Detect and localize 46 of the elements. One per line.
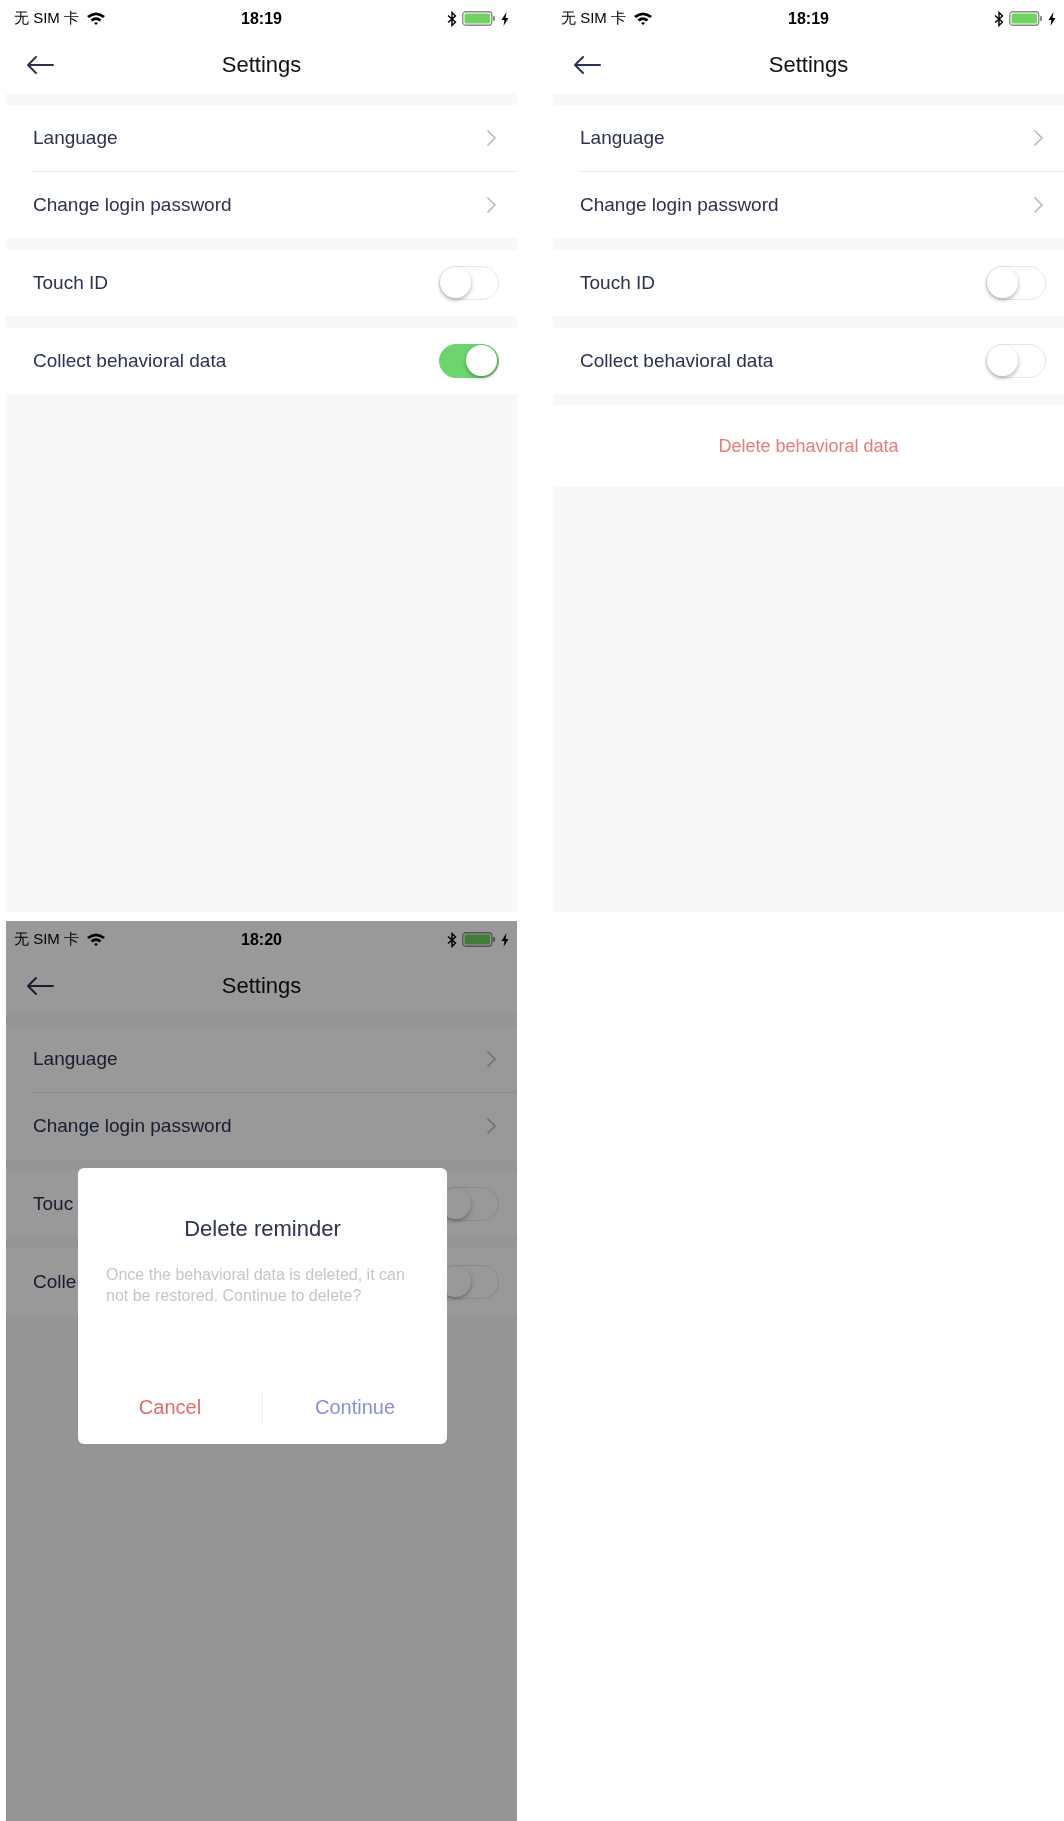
- setting-label[interactable]: Language: [33, 127, 118, 149]
- screen-title: Settings: [221, 973, 302, 999]
- battery-icon: [1009, 11, 1043, 26]
- screen-title: Settings: [221, 52, 302, 78]
- setting-label: Collect behavioral data: [580, 350, 774, 372]
- back-arrow-icon[interactable]: [26, 55, 54, 75]
- chevron-icon[interactable]: [486, 129, 497, 147]
- bluetooth-icon: [447, 931, 457, 948]
- wifi-icon: [86, 932, 106, 947]
- setting-label: Colle: [33, 1271, 77, 1293]
- chevron-icon[interactable]: [1033, 196, 1044, 214]
- clock-time: 18:19: [241, 9, 282, 28]
- dialog-title: Delete reminder: [184, 1216, 341, 1242]
- setting-label: Touc: [33, 1193, 74, 1215]
- back-arrow-icon[interactable]: [573, 55, 601, 75]
- setting-label[interactable]: Change login password: [580, 194, 779, 216]
- charging-icon: [501, 932, 509, 947]
- setting-label[interactable]: Language: [580, 127, 665, 149]
- clock-time: 18:20: [241, 930, 282, 949]
- setting-label: Collect behavioral data: [33, 350, 227, 372]
- setting-label[interactable]: Language: [33, 1048, 118, 1070]
- carrier-text: 无 SIM 卡: [561, 9, 626, 28]
- carrier-text: 无 SIM 卡: [14, 930, 79, 949]
- back-arrow-icon[interactable]: [26, 976, 54, 996]
- wifi-icon: [633, 11, 653, 26]
- setting-label: Touch ID: [33, 272, 108, 294]
- battery-icon: [462, 11, 496, 26]
- carrier-text: 无 SIM 卡: [14, 9, 79, 28]
- chevron-icon[interactable]: [1033, 129, 1044, 147]
- battery-icon: [462, 932, 496, 947]
- cancel-button[interactable]: Cancel: [78, 1385, 262, 1429]
- wifi-icon: [86, 11, 106, 26]
- clock-time: 18:19: [788, 9, 829, 28]
- setting-label[interactable]: Change login password: [33, 1115, 232, 1137]
- setting-label: Touch ID: [580, 272, 655, 294]
- bluetooth-icon: [994, 10, 1004, 27]
- setting-label[interactable]: Change login password: [33, 194, 232, 216]
- chevron-icon[interactable]: [486, 196, 497, 214]
- charging-icon: [1048, 11, 1056, 26]
- dialog-message: Once the behavioral data is deleted, it can not be restored. Continue to delete?: [105, 1265, 406, 1306]
- chevron-icon[interactable]: [486, 1050, 497, 1068]
- screen-title: Settings: [768, 52, 849, 78]
- toggle-switch[interactable]: [439, 344, 499, 378]
- charging-icon: [501, 11, 509, 26]
- bluetooth-icon: [447, 10, 457, 27]
- chevron-icon[interactable]: [486, 1117, 497, 1135]
